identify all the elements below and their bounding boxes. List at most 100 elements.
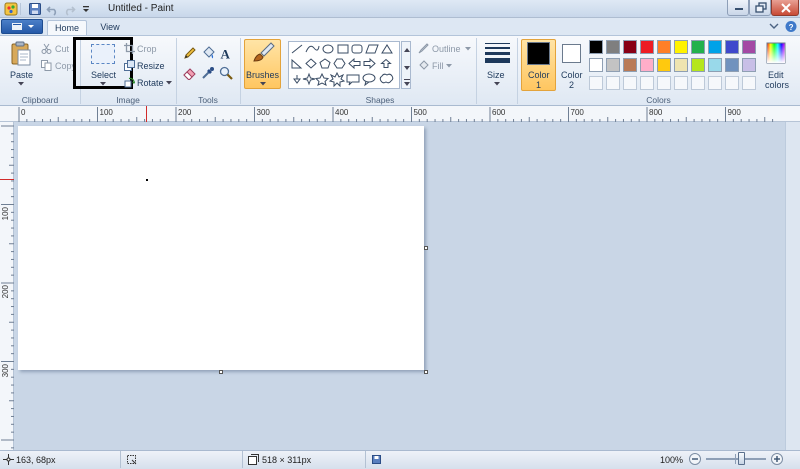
palette-swatch[interactable] xyxy=(657,40,671,54)
redo-icon[interactable] xyxy=(62,2,76,16)
fill-icon[interactable] xyxy=(418,60,429,71)
palette-swatch[interactable] xyxy=(640,40,654,54)
crop-icon[interactable] xyxy=(124,43,135,54)
palette-empty-slot[interactable] xyxy=(640,76,654,90)
save-icon[interactable] xyxy=(28,2,42,16)
palette-empty-slot[interactable] xyxy=(657,76,671,90)
drawing-canvas[interactable] xyxy=(18,126,424,370)
fill-button[interactable]: Fill xyxy=(432,61,444,71)
rotate-button[interactable]: Rotate xyxy=(137,78,164,88)
close-button[interactable] xyxy=(771,0,799,16)
help-icon[interactable]: ? xyxy=(784,20,798,33)
paste-dropdown-icon[interactable] xyxy=(18,82,24,86)
tab-view[interactable]: View xyxy=(90,20,130,36)
palette-swatch[interactable] xyxy=(640,58,654,72)
palette-swatch[interactable] xyxy=(708,40,722,54)
resize-handle-bottom[interactable] xyxy=(219,370,223,374)
palette-swatch[interactable] xyxy=(674,40,688,54)
select-icon[interactable] xyxy=(91,44,115,64)
select-button[interactable]: Select xyxy=(91,70,116,80)
resize-icon[interactable] xyxy=(124,60,135,71)
palette-swatch[interactable] xyxy=(589,58,603,72)
paint-app-icon[interactable] xyxy=(4,2,18,16)
outline-dropdown-icon[interactable] xyxy=(465,47,471,51)
color2-swatch[interactable] xyxy=(562,44,581,63)
brushes-dropdown-icon[interactable] xyxy=(260,82,266,86)
palette-empty-slot[interactable] xyxy=(691,76,705,90)
minimize-ribbon-icon[interactable] xyxy=(767,20,781,33)
magnifier-icon[interactable] xyxy=(219,66,233,80)
outline-icon[interactable] xyxy=(418,43,429,54)
cut-icon[interactable] xyxy=(41,43,52,54)
palette-swatch[interactable] xyxy=(657,58,671,72)
select-dropdown-icon[interactable] xyxy=(100,82,106,86)
pencil-icon[interactable] xyxy=(183,46,197,60)
copy-button[interactable]: Copy xyxy=(55,61,74,71)
palette-empty-slot[interactable] xyxy=(742,76,756,90)
ruler-label: 600 xyxy=(492,108,506,117)
file-menu-button[interactable] xyxy=(1,19,43,34)
copy-icon[interactable] xyxy=(41,60,52,71)
palette-swatch[interactable] xyxy=(742,40,756,54)
palette-swatch[interactable] xyxy=(691,40,705,54)
palette-swatch[interactable] xyxy=(589,40,603,54)
tab-home[interactable]: Home xyxy=(47,20,87,36)
size-button[interactable]: Size xyxy=(487,70,505,80)
undo-icon[interactable] xyxy=(46,2,60,16)
brush-icon[interactable] xyxy=(250,41,276,65)
palette-empty-slot[interactable] xyxy=(725,76,739,90)
ruler-label: 400 xyxy=(335,108,349,117)
brushes-button[interactable]: Brushes xyxy=(246,70,279,80)
palette-swatch[interactable] xyxy=(708,58,722,72)
resize-button[interactable]: Resize xyxy=(137,61,165,71)
resize-handle-corner[interactable] xyxy=(424,370,428,374)
palette-swatch[interactable] xyxy=(742,58,756,72)
zoom-slider-thumb[interactable] xyxy=(738,452,745,465)
minimize-button[interactable] xyxy=(727,0,749,16)
colors-group-label: Colors xyxy=(646,95,671,105)
palette-swatch[interactable] xyxy=(691,58,705,72)
outline-button[interactable]: Outline xyxy=(432,44,461,54)
palette-empty-slot[interactable] xyxy=(708,76,722,90)
rotate-icon[interactable] xyxy=(124,77,135,88)
palette-swatch[interactable] xyxy=(725,40,739,54)
edit-colors-icon[interactable] xyxy=(766,42,786,64)
palette-empty-slot[interactable] xyxy=(589,76,603,90)
zoom-slider-track[interactable] xyxy=(706,458,766,460)
ruler-label: 300 xyxy=(256,108,270,117)
eraser-icon[interactable] xyxy=(183,66,197,80)
palette-swatch[interactable] xyxy=(725,58,739,72)
text-icon[interactable]: A xyxy=(219,46,233,61)
palette-empty-slot[interactable] xyxy=(606,76,620,90)
customize-quickaccess-icon[interactable] xyxy=(80,2,94,16)
palette-swatch[interactable] xyxy=(606,40,620,54)
fill-dropdown-icon[interactable] xyxy=(446,64,452,68)
size-dropdown-icon[interactable] xyxy=(494,82,500,86)
svg-text:A: A xyxy=(221,47,231,61)
crop-button[interactable]: Crop xyxy=(137,44,157,54)
rotate-dropdown-icon[interactable] xyxy=(166,81,172,85)
color2-label[interactable]: Color xyxy=(561,70,583,80)
resize-handle-right[interactable] xyxy=(424,246,428,250)
shapes-scroll[interactable] xyxy=(401,41,411,89)
edit-colors-button[interactable]: Edit xyxy=(768,70,784,80)
palette-swatch[interactable] xyxy=(674,58,688,72)
image-group-label: Image xyxy=(116,95,140,105)
palette-swatch[interactable] xyxy=(623,40,637,54)
paste-icon[interactable] xyxy=(10,41,32,67)
palette-swatch[interactable] xyxy=(623,58,637,72)
palette-empty-slot[interactable] xyxy=(674,76,688,90)
ruler-label: 800 xyxy=(649,108,663,117)
palette-swatch[interactable] xyxy=(606,58,620,72)
vertical-scrollbar[interactable] xyxy=(785,122,800,450)
zoom-out-button[interactable] xyxy=(689,453,701,465)
restore-button[interactable] xyxy=(749,0,771,16)
palette-empty-slot[interactable] xyxy=(623,76,637,90)
cut-button[interactable]: Cut xyxy=(55,44,69,54)
color-picker-icon[interactable] xyxy=(201,66,215,80)
shapes-gallery[interactable] xyxy=(288,41,400,89)
paste-button[interactable]: Paste xyxy=(10,70,33,80)
size-icon[interactable] xyxy=(485,42,510,64)
zoom-in-button[interactable] xyxy=(771,453,783,465)
fill-bucket-icon[interactable] xyxy=(201,46,215,60)
